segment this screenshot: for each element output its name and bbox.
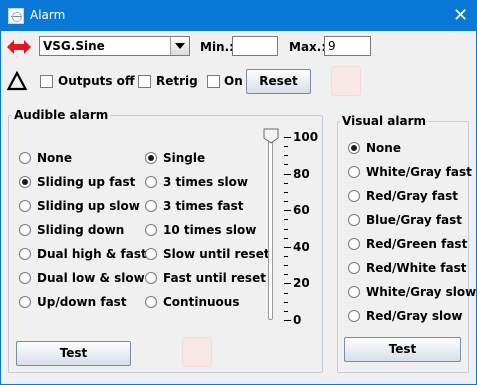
visual-option-radio[interactable] (348, 262, 360, 274)
alarm-indicator-bottom (182, 337, 212, 367)
repeat-option-label: 10 times slow (163, 223, 257, 237)
min-label: Min.: (200, 40, 234, 54)
volume-tick (284, 320, 291, 321)
visual-option-radio[interactable] (348, 238, 360, 250)
alarm-indicator-top (331, 66, 361, 96)
repeat-option-radio[interactable] (145, 224, 157, 236)
red-double-arrow-icon[interactable] (7, 40, 31, 54)
volume-minor-tick (284, 256, 288, 257)
repeat-option-label: 3 times slow (163, 175, 248, 189)
min-input[interactable] (232, 36, 278, 56)
volume-tick (284, 247, 291, 248)
visual-option-radio[interactable] (348, 310, 360, 322)
audible-alarm-title: Audible alarm (12, 108, 111, 123)
visual-option-label: Red/Gray slow (366, 309, 463, 323)
volume-minor-tick (284, 229, 288, 230)
volume-minor-tick (284, 192, 288, 193)
volume-slider-track[interactable] (268, 136, 273, 320)
visual-option-radio[interactable] (348, 142, 360, 154)
sound-option-radio[interactable] (19, 176, 31, 188)
sound-option-label: Sliding up slow (37, 199, 140, 213)
volume-minor-tick (284, 302, 288, 303)
visual-option-label: Red/White fast (366, 261, 467, 275)
outputs-off-checkbox[interactable] (40, 75, 53, 88)
sound-option-label: None (37, 151, 72, 165)
window-title: Alarm (30, 8, 66, 22)
repeat-option-label: Single (163, 151, 206, 165)
max-input[interactable]: 9 (324, 36, 371, 56)
on-label: On (224, 74, 243, 88)
chevron-down-icon[interactable] (170, 37, 189, 55)
sound-option-label: Sliding down (37, 223, 125, 237)
repeat-option-radio[interactable] (145, 152, 157, 164)
visual-alarm-title: Visual alarm (340, 114, 428, 129)
visual-test-button[interactable]: Test (344, 337, 461, 362)
sound-option-radio[interactable] (19, 248, 31, 260)
app-icon (8, 8, 24, 24)
visual-option-label: White/Gray slow (366, 285, 477, 299)
visual-option-label: Red/Green fast (366, 237, 468, 251)
sound-option-label: Dual low & slow (37, 271, 145, 285)
volume-minor-tick (284, 293, 288, 294)
sound-option-radio[interactable] (19, 296, 31, 308)
sound-option-label: Dual high & fast (37, 247, 147, 261)
volume-minor-tick (284, 201, 288, 202)
audible-test-button[interactable]: Test (16, 341, 131, 366)
title-bar[interactable] (0, 0, 477, 31)
repeat-option-label: 3 times fast (163, 199, 244, 213)
volume-minor-tick (284, 311, 288, 312)
source-combobox-value: VSG.Sine (43, 39, 105, 53)
retrig-checkbox[interactable] (138, 75, 151, 88)
repeat-option-label: Fast until reset (163, 271, 266, 285)
volume-tick-label: 60 (293, 203, 310, 217)
sound-option-label: Sliding up fast (37, 175, 136, 189)
volume-tick-label: 100 (293, 130, 319, 144)
visual-option-label: Blue/Gray fast (366, 213, 463, 227)
sound-option-radio[interactable] (19, 224, 31, 236)
sound-option-radio[interactable] (19, 152, 31, 164)
visual-option-label: White/Gray fast (366, 165, 472, 179)
retrig-label: Retrig (156, 74, 198, 88)
visual-option-radio[interactable] (348, 214, 360, 226)
volume-minor-tick (284, 238, 288, 239)
visual-option-radio[interactable] (348, 286, 360, 298)
visual-option-label: None (366, 141, 401, 155)
delta-triangle-icon[interactable] (7, 71, 27, 91)
volume-minor-tick (284, 164, 288, 165)
repeat-option-radio[interactable] (145, 272, 157, 284)
visual-option-radio[interactable] (348, 166, 360, 178)
volume-minor-tick (284, 265, 288, 266)
volume-tick-label: 0 (293, 313, 302, 327)
repeat-option-label: Continuous (163, 295, 240, 309)
repeat-option-radio[interactable] (145, 200, 157, 212)
volume-tick (284, 283, 291, 284)
volume-minor-tick (284, 219, 288, 220)
volume-minor-tick (284, 155, 288, 156)
volume-tick (284, 210, 291, 211)
reset-button[interactable]: Reset (246, 69, 311, 94)
sound-option-radio[interactable] (19, 200, 31, 212)
volume-minor-tick (284, 274, 288, 275)
visual-option-label: Red/Gray fast (366, 189, 459, 203)
repeat-option-label: Slow until reset (163, 247, 270, 261)
volume-tick-label: 80 (293, 167, 310, 181)
volume-tick (284, 137, 291, 138)
volume-tick-label: 20 (293, 276, 310, 290)
repeat-option-radio[interactable] (145, 176, 157, 188)
repeat-option-radio[interactable] (145, 248, 157, 260)
visual-option-radio[interactable] (348, 190, 360, 202)
close-button[interactable]: ✕ (445, 0, 476, 31)
sound-option-label: Up/down fast (37, 295, 127, 309)
on-checkbox[interactable] (207, 75, 220, 88)
repeat-option-radio[interactable] (145, 296, 157, 308)
slider-thumb-icon[interactable] (263, 128, 279, 144)
source-combobox[interactable]: VSG.Sine (39, 36, 190, 56)
outputs-off-label: Outputs off (58, 74, 135, 88)
volume-tick-label: 40 (293, 240, 310, 254)
volume-minor-tick (284, 146, 288, 147)
sound-option-radio[interactable] (19, 272, 31, 284)
volume-tick (284, 174, 291, 175)
max-label: Max.: (289, 40, 327, 54)
volume-minor-tick (284, 183, 288, 184)
